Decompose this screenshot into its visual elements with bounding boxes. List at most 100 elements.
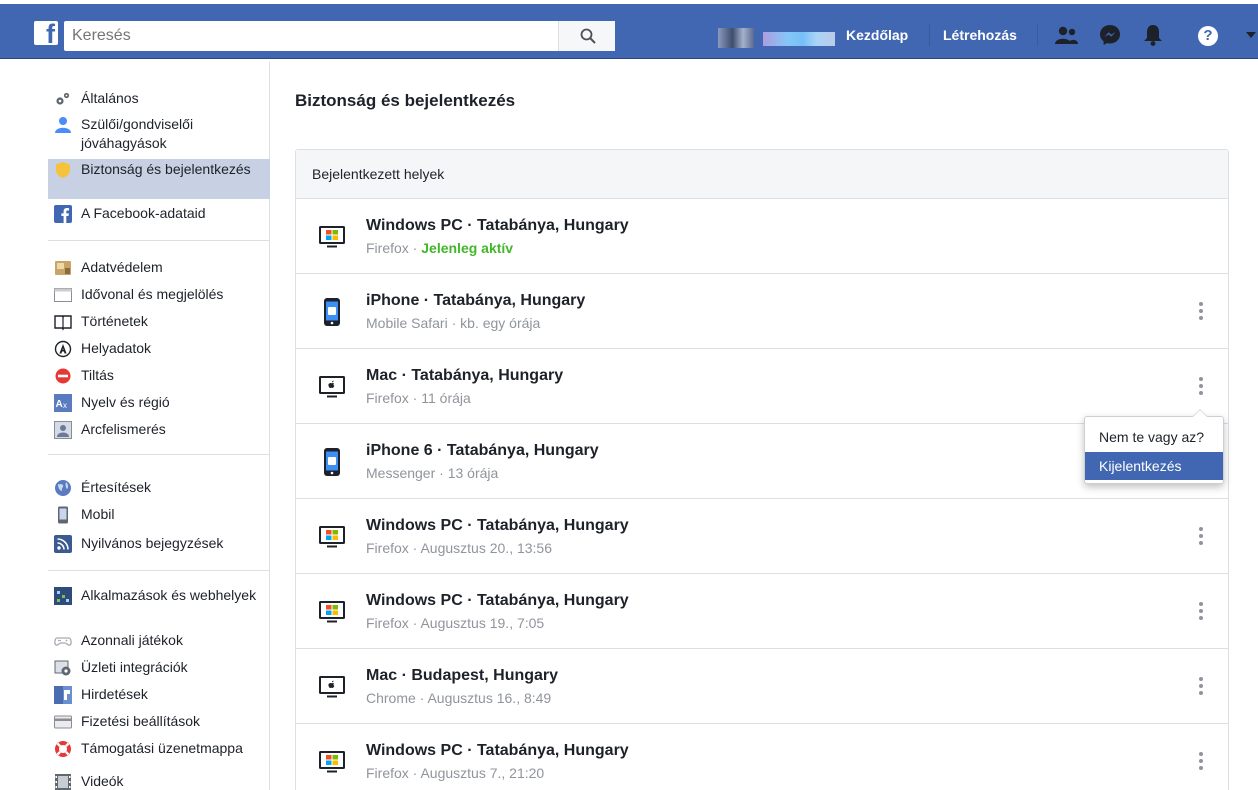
- block-icon: [54, 367, 72, 385]
- rss-icon: [54, 535, 72, 553]
- more-options-icon[interactable]: [1195, 302, 1207, 322]
- session-time: 13 órája: [447, 465, 499, 481]
- nav-home[interactable]: Kezdőlap: [846, 27, 908, 43]
- sidebar-item-label: Alkalmazások és webhelyek: [81, 587, 257, 603]
- session-title: Mac · Budapest, Hungary: [366, 667, 559, 684]
- svg-text:x: x: [63, 401, 67, 410]
- sidebar-item-privacy[interactable]: Adatvédelem: [48, 258, 270, 279]
- log-out-menu-item[interactable]: Kijelentkezés: [1085, 452, 1223, 480]
- session-time: Augusztus 16., 8:49: [427, 690, 552, 706]
- nav-create[interactable]: Létrehozás: [943, 27, 1017, 43]
- session-title: Windows PC · Tatabánya, Hungary: [366, 217, 629, 234]
- nav-divider: [1037, 24, 1038, 46]
- session-details: Firefox · Augusztus 20., 13:56: [366, 540, 553, 556]
- windows-pc-icon: [319, 226, 345, 248]
- session-app: Firefox: [366, 765, 409, 781]
- session-app: Firefox: [366, 615, 409, 631]
- gamepad-icon: [54, 632, 72, 650]
- sidebar-item-label: Mobil: [81, 506, 115, 522]
- more-options-icon[interactable]: [1195, 677, 1207, 697]
- search-input[interactable]: [64, 21, 557, 51]
- not-you-menu-item[interactable]: Nem te vagy az?: [1085, 423, 1223, 451]
- more-options-icon[interactable]: [1195, 752, 1207, 772]
- sidebar-item-label: Videók: [81, 773, 124, 789]
- sidebar-item-apps-and-websites[interactable]: Alkalmazások és webhelyek: [48, 586, 270, 626]
- profile-shortcut[interactable]: [718, 28, 836, 48]
- panel-title: Bejelentkezett helyek: [312, 166, 445, 182]
- session-options-menu: Nem te vagy az? Kijelentkezés: [1084, 409, 1224, 484]
- avatar: [718, 28, 754, 48]
- session-details: Firefox · Augusztus 19., 7:05: [366, 615, 545, 631]
- session-title: Mac · Tatabánya, Hungary: [366, 367, 564, 384]
- session-row: Mac · Budapest, Hungary Chrome · Auguszt…: [296, 649, 1228, 724]
- sidebar-divider: [48, 570, 270, 571]
- sidebar-item-mobile[interactable]: Mobil: [48, 505, 270, 526]
- messenger-icon[interactable]: [1098, 23, 1122, 47]
- gears-icon: [54, 90, 72, 108]
- globe-icon: [54, 479, 72, 497]
- location-icon: [54, 340, 72, 358]
- sidebar-item-your-facebook-information[interactable]: A Facebook-adataid: [48, 204, 270, 225]
- session-title: iPhone · Tatabánya, Hungary: [366, 292, 586, 309]
- session-app: Chrome: [366, 690, 416, 706]
- sidebar-item-language-and-region[interactable]: Ax Nyelv és régió: [48, 393, 270, 414]
- sidebar-item-security[interactable]: Biztonság és bejelentkezés: [48, 159, 270, 199]
- panel-header: Bejelentkezett helyek: [296, 150, 1228, 199]
- more-options-icon[interactable]: [1195, 527, 1207, 547]
- video-icon: [54, 773, 72, 790]
- book-icon: [54, 313, 72, 331]
- session-app: Mobile Safari: [366, 315, 448, 331]
- sidebar-item-label: Biztonság és bejelentkezés: [81, 161, 251, 177]
- sidebar-item-support-inbox[interactable]: Támogatási üzenetmappa: [48, 739, 270, 760]
- business-icon: [54, 659, 72, 677]
- search-button[interactable]: [558, 21, 615, 51]
- sidebar-item-label: Arcfelismerés: [81, 421, 166, 437]
- session-time: 11 órája: [421, 390, 471, 406]
- session-title: Windows PC · Tatabánya, Hungary: [366, 517, 629, 534]
- facebook-logo-icon[interactable]: f: [34, 21, 58, 48]
- sidebar-item-label: Értesítések: [81, 479, 152, 495]
- shield-icon: [54, 161, 72, 179]
- sidebar-item-videos[interactable]: Videók: [48, 772, 270, 790]
- friend-requests-icon[interactable]: [1054, 23, 1080, 47]
- sidebar-item-label: Nyilvános bejegyzések: [81, 535, 224, 551]
- notifications-icon[interactable]: [1142, 23, 1164, 47]
- sidebar-item-label: Helyadatok: [81, 340, 152, 356]
- windows-pc-icon: [319, 526, 345, 548]
- session-details: Messenger · 13 órája: [366, 465, 499, 481]
- sidebar-item-blocking[interactable]: Tiltás: [48, 366, 270, 387]
- sidebar-item-public-posts[interactable]: Nyilvános bejegyzések: [48, 534, 270, 555]
- sidebar-item-instant-games[interactable]: Azonnali játékok: [48, 631, 270, 652]
- session-time: Augusztus 7., 21:20: [420, 765, 545, 781]
- sidebar-item-payments[interactable]: Fizetési beállítások: [48, 712, 270, 733]
- help-icon[interactable]: ?: [1198, 26, 1218, 46]
- sidebar-item-label: Idővonal és megjelölés: [81, 286, 224, 302]
- search-box[interactable]: [64, 21, 615, 51]
- support-icon: [54, 740, 72, 758]
- more-options-icon[interactable]: [1195, 602, 1207, 622]
- sidebar-item-location[interactable]: Helyadatok: [48, 339, 270, 360]
- session-row: iPhone · Tatabánya, Hungary Mobile Safar…: [296, 274, 1228, 349]
- sidebar-item-parental-approvals[interactable]: Szülői/gondviselői jóváhagyások: [48, 115, 270, 155]
- sidebar-item-face-recognition[interactable]: Arcfelismerés: [48, 420, 270, 441]
- session-time: Augusztus 19., 7:05: [420, 615, 545, 631]
- sidebar-item-stories[interactable]: Történetek: [48, 312, 270, 333]
- more-options-icon[interactable]: [1195, 377, 1207, 397]
- sidebar-item-label: Fizetési beállítások: [81, 713, 201, 729]
- session-details: Firefox · Augusztus 7., 21:20: [366, 765, 545, 781]
- sidebar-item-label: Adatvédelem: [81, 259, 163, 275]
- sidebar-item-business-integrations[interactable]: Üzleti integrációk: [48, 658, 270, 679]
- sidebar-item-timeline-and-tagging[interactable]: Idővonal és megjelölés: [48, 285, 270, 306]
- sidebar-item-general[interactable]: Általános: [48, 89, 270, 110]
- sidebar-item-notifications[interactable]: Értesítések: [48, 478, 270, 499]
- sidebar-item-label: Hirdetések: [81, 686, 148, 702]
- facebook-icon: [54, 205, 72, 223]
- session-title: iPhone 6 · Tatabánya, Hungary: [366, 442, 599, 459]
- sidebar-divider: [48, 454, 270, 455]
- nav-divider: [929, 24, 930, 46]
- sidebar-item-ads[interactable]: Hirdetések: [48, 685, 270, 706]
- account-menu-chevron-down-icon[interactable]: [1246, 32, 1256, 38]
- sidebar-item-label: Tiltás: [81, 367, 114, 383]
- windows-pc-icon: [319, 601, 345, 623]
- page-title: Biztonság és bejelentkezés: [295, 91, 516, 110]
